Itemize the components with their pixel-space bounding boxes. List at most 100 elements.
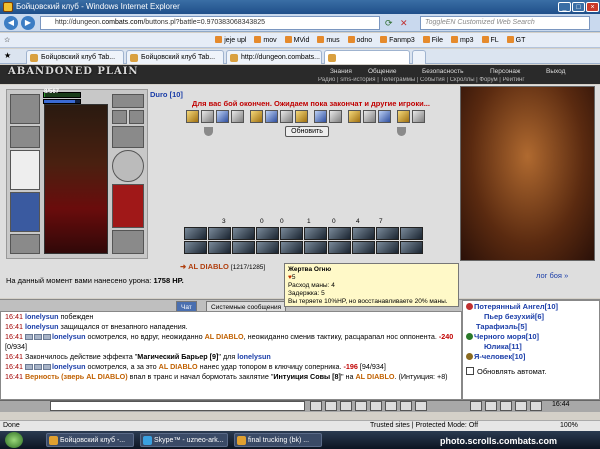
toolbar-button[interactable] bbox=[415, 401, 427, 411]
refresh-icon[interactable]: ⟳ bbox=[385, 18, 393, 29]
auto-update-toggle[interactable]: Обновлять автомат. bbox=[466, 367, 546, 376]
chat-player-name[interactable]: lonelysun bbox=[52, 332, 86, 341]
online-user[interactable]: Тарафиэль[5] bbox=[466, 322, 596, 332]
back-button[interactable]: ◀ bbox=[4, 16, 18, 30]
fav-item[interactable]: mov bbox=[251, 33, 279, 47]
fav-item[interactable]: MVid bbox=[282, 33, 313, 47]
online-user[interactable]: Я-человек[10] bbox=[466, 352, 596, 362]
browser-tab-active[interactable] bbox=[324, 50, 410, 64]
boots-slot[interactable] bbox=[112, 230, 144, 254]
address-bar[interactable]: http://dungeon.combats.com/buttons.pl?ba… bbox=[40, 16, 380, 30]
toolbar-button[interactable] bbox=[370, 401, 382, 411]
toolbar-button[interactable] bbox=[340, 401, 352, 411]
chat-player-name[interactable]: lonelysun bbox=[25, 312, 59, 321]
online-user[interactable]: Пьер безухий[6] bbox=[466, 312, 596, 322]
ring-slot[interactable] bbox=[112, 110, 127, 124]
amulet-slot[interactable] bbox=[112, 94, 144, 108]
online-user[interactable]: Черного моря[10] bbox=[466, 332, 596, 342]
taskbar-item[interactable]: final trucking (bk) ... bbox=[234, 433, 322, 447]
chat-input[interactable] bbox=[50, 401, 305, 411]
menu-exit[interactable]: Выход bbox=[546, 68, 565, 75]
skill-button[interactable] bbox=[376, 227, 399, 240]
toolbar-button[interactable] bbox=[325, 401, 337, 411]
fav-item[interactable]: mus bbox=[314, 33, 342, 47]
chat-player-name[interactable]: AL DIABLO bbox=[205, 332, 244, 341]
menu-knowledge[interactable]: Знания bbox=[330, 68, 352, 75]
menu-security[interactable]: Безопасность bbox=[422, 68, 463, 75]
chat-player-name[interactable]: Верность (зверь AL DIABLO) bbox=[25, 372, 128, 381]
armor-slot[interactable] bbox=[10, 192, 40, 232]
browser-tab[interactable]: Бойцовский клуб Tab... bbox=[126, 50, 224, 64]
skill-button[interactable] bbox=[280, 241, 303, 254]
battle-log-link[interactable]: лог боя » bbox=[536, 271, 568, 280]
skill-button[interactable] bbox=[232, 227, 255, 240]
fav-item[interactable]: jeje upl bbox=[15, 33, 249, 47]
fav-item[interactable]: Fanmp3 bbox=[377, 33, 418, 47]
close-button[interactable]: × bbox=[586, 2, 599, 12]
game-submenu[interactable]: Радио | sms-история | Телеграммы | Событ… bbox=[318, 77, 600, 85]
shield-slot[interactable] bbox=[112, 150, 144, 182]
skill-button[interactable] bbox=[328, 241, 351, 254]
bracer-slot[interactable] bbox=[10, 126, 40, 148]
skill-button[interactable] bbox=[184, 241, 207, 254]
taskbar-item[interactable]: Бойцовский клуб -... bbox=[46, 433, 134, 447]
new-tab-button[interactable] bbox=[412, 50, 426, 64]
refresh-button[interactable]: Обновить bbox=[285, 126, 329, 137]
chat-player-name[interactable]: lonelysun bbox=[25, 322, 59, 331]
toolbar-button[interactable] bbox=[500, 401, 512, 411]
skill-button[interactable] bbox=[184, 227, 207, 240]
minimize-button[interactable]: _ bbox=[558, 2, 571, 12]
ring-slot[interactable] bbox=[129, 110, 144, 124]
chat-player-name[interactable]: AL DIABLO bbox=[355, 372, 394, 381]
chat-player-name[interactable]: lonelysun bbox=[237, 352, 271, 361]
skill-button[interactable] bbox=[280, 227, 303, 240]
legs-slot[interactable] bbox=[112, 184, 144, 228]
helmet-slot[interactable] bbox=[10, 94, 40, 124]
chat-player-name[interactable]: AL DIABLO bbox=[159, 362, 198, 371]
skill-button[interactable] bbox=[328, 227, 351, 240]
skill-button[interactable] bbox=[352, 241, 375, 254]
toolbar-button[interactable] bbox=[470, 401, 482, 411]
toolbar-button[interactable] bbox=[515, 401, 527, 411]
fav-item[interactable]: GT bbox=[504, 33, 529, 47]
favorites-center-icon[interactable]: ★ bbox=[4, 51, 11, 60]
chat-player-name[interactable]: lonelysun bbox=[52, 362, 86, 371]
belt-slot[interactable] bbox=[10, 234, 40, 254]
weapon-slot[interactable] bbox=[10, 150, 40, 190]
browser-tab[interactable]: http://dungeon.combats... bbox=[226, 50, 322, 64]
skill-button[interactable] bbox=[256, 227, 279, 240]
skill-button[interactable] bbox=[256, 241, 279, 254]
taskbar-item[interactable]: Skype™ - uzneo-ark... bbox=[140, 433, 228, 447]
toolbar-button[interactable] bbox=[355, 401, 367, 411]
player-name[interactable]: Duro [10] bbox=[150, 90, 183, 99]
online-user[interactable]: Потерянный Ангел[10] bbox=[466, 302, 596, 312]
forward-button[interactable]: ▶ bbox=[21, 16, 35, 30]
skill-button[interactable] bbox=[208, 241, 231, 254]
toolbar-button[interactable] bbox=[485, 401, 497, 411]
skill-button[interactable] bbox=[400, 241, 423, 254]
toolbar-button[interactable] bbox=[530, 401, 542, 411]
skill-button[interactable] bbox=[352, 227, 375, 240]
fav-item[interactable]: FL bbox=[479, 33, 502, 47]
toolbar-button[interactable] bbox=[400, 401, 412, 411]
favorites-star-icon[interactable]: ☆ bbox=[0, 33, 13, 47]
start-button[interactable] bbox=[5, 432, 23, 448]
toolbar-button[interactable] bbox=[385, 401, 397, 411]
opponent-tag[interactable]: ➜ AL DIABLO [1217/1285] bbox=[180, 262, 265, 271]
browser-tab[interactable]: Бойцовский клуб Tab... bbox=[26, 50, 124, 64]
online-user[interactable]: Юлика[11] bbox=[466, 342, 596, 352]
fav-item[interactable]: File bbox=[420, 33, 446, 47]
stop-icon[interactable]: ✕ bbox=[400, 18, 408, 29]
menu-communication[interactable]: Общение bbox=[368, 68, 397, 75]
search-input[interactable]: ToggleEN Customized Web Search bbox=[420, 16, 590, 30]
skill-button[interactable] bbox=[208, 227, 231, 240]
skill-button[interactable] bbox=[304, 241, 327, 254]
checkbox-icon[interactable] bbox=[466, 367, 474, 375]
menu-character[interactable]: Персонаж bbox=[490, 68, 520, 75]
fav-item[interactable]: mp3 bbox=[448, 33, 477, 47]
zoom-level[interactable]: 100% bbox=[560, 421, 578, 431]
maximize-button[interactable]: □ bbox=[572, 2, 585, 12]
skill-button[interactable] bbox=[400, 227, 423, 240]
skill-button[interactable] bbox=[304, 227, 327, 240]
gloves-slot[interactable] bbox=[112, 126, 144, 148]
